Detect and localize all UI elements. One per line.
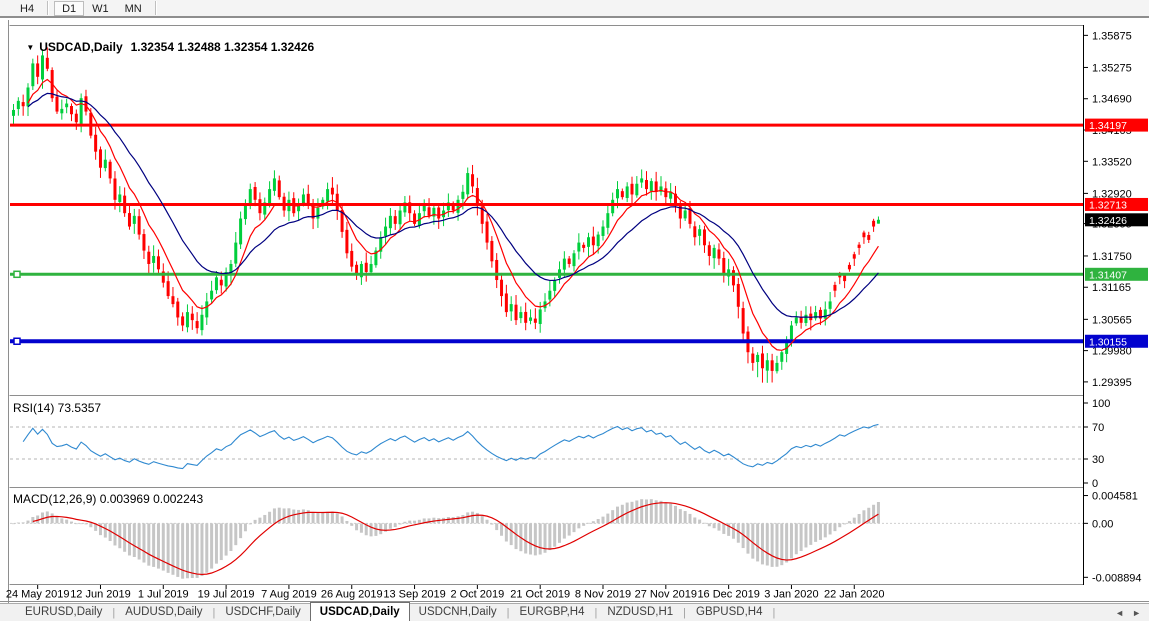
date-tick-label: 8 Nov 2019: [575, 589, 631, 601]
macd-tick-label: 0.004581: [1092, 491, 1138, 503]
date-tick-label: 3 Jan 2020: [764, 589, 818, 601]
tab-separator: |: [771, 607, 776, 619]
date-tick-label: 22 Jan 2020: [824, 589, 885, 601]
date-tick-label: 26 Aug 2019: [321, 589, 383, 601]
price-flag-1.34197: 1.34197: [1085, 119, 1148, 133]
date-tick-label: 24 May 2019: [6, 589, 70, 601]
tab-nzdusd[interactable]: NZDUSD,H1: [598, 604, 682, 621]
rsi-tick-label: 30: [1092, 454, 1104, 466]
date-tick-label: 1 Jul 2019: [138, 589, 189, 601]
price-tick-label: 1.35875: [1092, 30, 1132, 42]
tab-audusd[interactable]: AUDUSD,Daily: [116, 604, 211, 621]
toolbar-separator: [47, 1, 49, 15]
tab-usdcnh[interactable]: USDCNH,Daily: [410, 604, 506, 621]
tab-gbpusd[interactable]: GBPUSD,H4: [687, 604, 771, 621]
tab-scroll-left-icon[interactable]: ◄: [1115, 608, 1124, 618]
rsi-tick-label: 70: [1092, 422, 1104, 434]
price-flag-text: 1.34197: [1089, 120, 1127, 132]
chart-window: 1.358751.352751.346901.341051.335201.329…: [0, 20, 1149, 603]
tab-eurusd[interactable]: EURUSD,Daily: [16, 604, 111, 621]
price-tick-label: 1.34690: [1092, 94, 1132, 106]
date-tick-label: 12 Jun 2019: [70, 589, 131, 601]
timeframe-button-d1[interactable]: D1: [54, 1, 84, 16]
rsi-indicator-label: RSI(14) 73.5357: [13, 401, 101, 415]
price-tick-label: 1.29395: [1092, 377, 1132, 389]
timeframe-button-mn[interactable]: MN: [117, 1, 150, 16]
chart-title: ▼ USDCAD,Daily 1.32354 1.32488 1.32354 1.3…: [13, 26, 314, 68]
chart-canvas[interactable]: 1.358751.352751.346901.341051.335201.329…: [0, 20, 1149, 603]
chart-background: [0, 20, 1149, 603]
price-tick-label: 1.35275: [1092, 62, 1132, 74]
date-tick-label: 19 Jul 2019: [198, 589, 255, 601]
collapse-icon[interactable]: ▼: [26, 43, 34, 52]
tab-scroll-right-icon[interactable]: ►: [1132, 608, 1141, 618]
price-flag-1.30155: 1.30155: [1085, 335, 1148, 349]
date-tick-label: 7 Aug 2019: [261, 589, 317, 601]
price-flag-text: 1.30155: [1089, 336, 1127, 348]
price-flag-text: 1.32713: [1089, 199, 1127, 211]
price-tick-label: 1.30565: [1092, 314, 1132, 326]
price-flag-1.32426: 1.32426: [1085, 213, 1148, 227]
date-tick-label: 16 Dec 2019: [697, 589, 759, 601]
tab-usdcad[interactable]: USDCAD,Daily: [310, 602, 410, 621]
price-tick-label: 1.31165: [1092, 282, 1131, 294]
date-tick-label: 13 Sep 2019: [383, 589, 445, 601]
tab-usdchf[interactable]: USDCHF,Daily: [216, 604, 309, 621]
rsi-tick-label: 0: [1092, 478, 1098, 490]
chart-ohlc-values: 1.32354 1.32488 1.32354 1.32426: [131, 40, 315, 54]
toolbar-separator: [155, 1, 157, 15]
date-tick-label: 2 Oct 2019: [450, 589, 504, 601]
price-flag-text: 1.32426: [1089, 215, 1127, 227]
level-handle[interactable]: [14, 338, 20, 344]
price-flag-text: 1.31407: [1089, 269, 1127, 281]
date-tick-label: 27 Nov 2019: [635, 589, 697, 601]
price-flag-1.32713: 1.32713: [1085, 198, 1148, 212]
date-tick-label: 21 Oct 2019: [510, 589, 570, 601]
timeframe-button-w1[interactable]: W1: [84, 1, 117, 16]
tab-eurgbp[interactable]: EURGBP,H4: [510, 604, 593, 621]
symbol-tabbar: EURUSD,Daily|AUDUSD,Daily|USDCHF,DailyUS…: [0, 603, 1149, 621]
timeframe-button-h4[interactable]: H4: [12, 1, 42, 16]
rsi-tick-label: 100: [1092, 398, 1110, 410]
macd-indicator-label: MACD(12,26,9) 0.003969 0.002243: [13, 492, 203, 506]
chart-symbol-label: USDCAD,Daily: [39, 40, 122, 54]
macd-tick-label: -0.008894: [1092, 572, 1142, 584]
level-handle[interactable]: [14, 271, 20, 277]
price-tick-label: 1.31750: [1092, 251, 1132, 263]
price-flag-1.31407: 1.31407: [1085, 268, 1148, 282]
macd-tick-label: 0.00: [1092, 518, 1113, 530]
price-tick-label: 1.33520: [1092, 156, 1132, 168]
timeframe-toolbar: H4 D1W1MN: [0, 0, 1149, 18]
